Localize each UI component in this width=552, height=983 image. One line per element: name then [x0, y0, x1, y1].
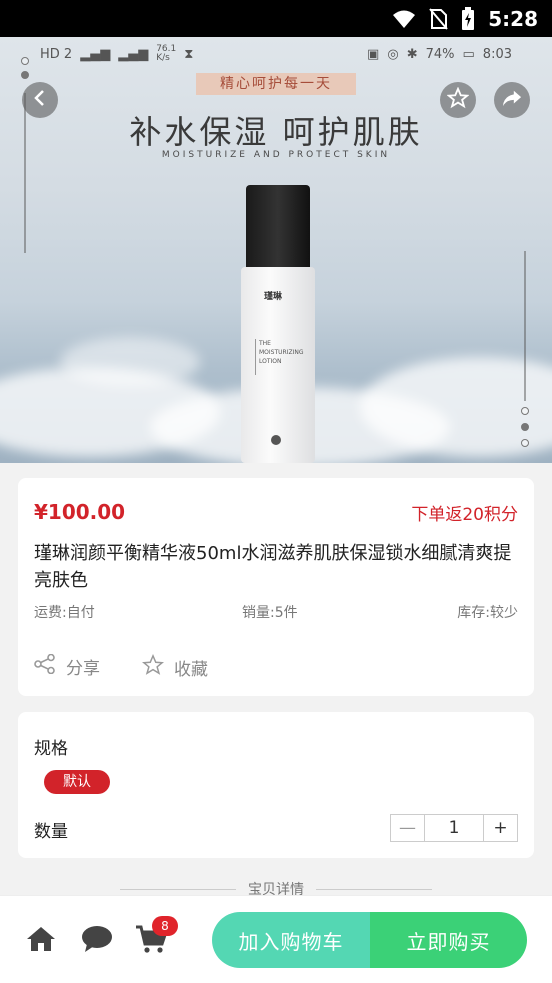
- quantity-increase-button[interactable]: +: [484, 815, 517, 841]
- embedded-alarm-icon: ◎: [387, 46, 399, 62]
- wifi-icon: [392, 9, 416, 29]
- favorite-button[interactable]: [440, 82, 476, 118]
- embedded-signal-icon: ▂▄▆: [80, 46, 111, 62]
- share-arrow-icon: [501, 88, 523, 112]
- favorite-label: 收藏: [174, 660, 208, 680]
- favorite-action[interactable]: 收藏: [141, 653, 208, 681]
- product-price: ¥100.00: [34, 500, 126, 524]
- product-title: 瑾琳润颜平衡精华液50ml水润滋养肌肤保湿锁水细腻清爽提亮肤色: [34, 543, 512, 591]
- star-outline-icon: [141, 653, 165, 681]
- stock-info: 库存:较少: [457, 605, 518, 621]
- no-sim-icon: [428, 7, 449, 30]
- embedded-network-label: HD 2: [40, 46, 73, 62]
- home-icon: [25, 925, 57, 957]
- bottle-label-line: [255, 339, 256, 375]
- embedded-nfc-icon: ▣: [367, 46, 380, 62]
- embedded-signal-icon-2: ▂▄▆: [118, 46, 149, 62]
- bottle-cap: [246, 185, 310, 269]
- spec-option-default[interactable]: 默认: [44, 770, 110, 794]
- chat-bubble-icon: [81, 925, 113, 957]
- sales-info: 销量:5件: [242, 605, 298, 621]
- star-icon: [446, 86, 470, 113]
- spec-card: 规格 默认 数量 — 1 +: [18, 712, 534, 858]
- bottle-brand: 瑾琳: [264, 292, 283, 302]
- add-to-cart-button[interactable]: 加入购物车: [212, 912, 370, 968]
- share-label: 分享: [66, 659, 100, 679]
- home-button[interactable]: [24, 926, 58, 956]
- scroll-track-right: [524, 251, 526, 401]
- slogan-banner: 精心呵护每一天: [196, 73, 356, 95]
- indicator-dot: [521, 439, 529, 447]
- share-icon: [34, 653, 56, 679]
- embedded-bluetooth-icon: ✱: [406, 46, 418, 62]
- buy-now-button[interactable]: 立即购买: [370, 912, 527, 968]
- back-button[interactable]: [22, 82, 58, 118]
- indicator-dot: [21, 71, 29, 79]
- spec-label: 规格: [34, 739, 68, 759]
- quantity-decrease-button[interactable]: —: [391, 815, 424, 841]
- indicator-dot: [21, 57, 29, 65]
- status-bar: 5:28: [0, 0, 552, 37]
- bottle-label: THE MOISTURIZING LOTION: [259, 340, 304, 365]
- indicator-dot: [521, 423, 529, 431]
- quantity-stepper: — 1 +: [390, 814, 518, 842]
- embedded-speed-label: 76.1 K/s: [156, 44, 177, 63]
- scroll-track-left: [24, 93, 26, 253]
- quantity-value[interactable]: 1: [424, 815, 484, 841]
- indicator-dot: [521, 407, 529, 415]
- share-button[interactable]: [494, 82, 530, 118]
- product-info-card: ¥100.00 下单返20积分 瑾琳润颜平衡精华液50ml水润滋养肌肤保湿锁水细…: [18, 478, 534, 696]
- status-time: 5:28: [488, 6, 538, 31]
- share-action[interactable]: 分享: [34, 653, 100, 679]
- carousel-dot-active[interactable]: [271, 435, 281, 445]
- embedded-battery-icon: ▭: [462, 46, 475, 62]
- battery-icon: [460, 6, 476, 31]
- embedded-status-bar: HD 2 ▂▄▆ ▂▄▆ 76.1 K/s ⧗ ▣ ◎ ✱ 74% ▭ 8:03: [40, 44, 512, 64]
- chevron-left-icon: [32, 89, 48, 111]
- product-image-carousel[interactable]: HD 2 ▂▄▆ ▂▄▆ 76.1 K/s ⧗ ▣ ◎ ✱ 74% ▭ 8:03…: [0, 37, 552, 463]
- shipping-info: 运费:自付: [34, 605, 95, 621]
- quantity-label: 数量: [34, 822, 68, 842]
- points-reward: 下单返20积分: [411, 505, 518, 525]
- embedded-time: 8:03: [482, 46, 512, 62]
- embedded-hourglass-icon: ⧗: [184, 46, 194, 62]
- hero-subline: MOISTURIZE AND PROTECT SKIN: [161, 150, 391, 160]
- bottom-action-bar: 8 加入购物车 立即购买: [0, 895, 552, 983]
- cart-count-badge: 8: [152, 916, 178, 936]
- chat-button[interactable]: [80, 926, 114, 956]
- embedded-battery-percent: 74%: [425, 46, 455, 62]
- product-detail-page: 5:28 HD 2 ▂▄▆ ▂▄▆ 76.1 K/s ⧗ ▣ ◎ ✱ 74% ▭…: [0, 0, 552, 983]
